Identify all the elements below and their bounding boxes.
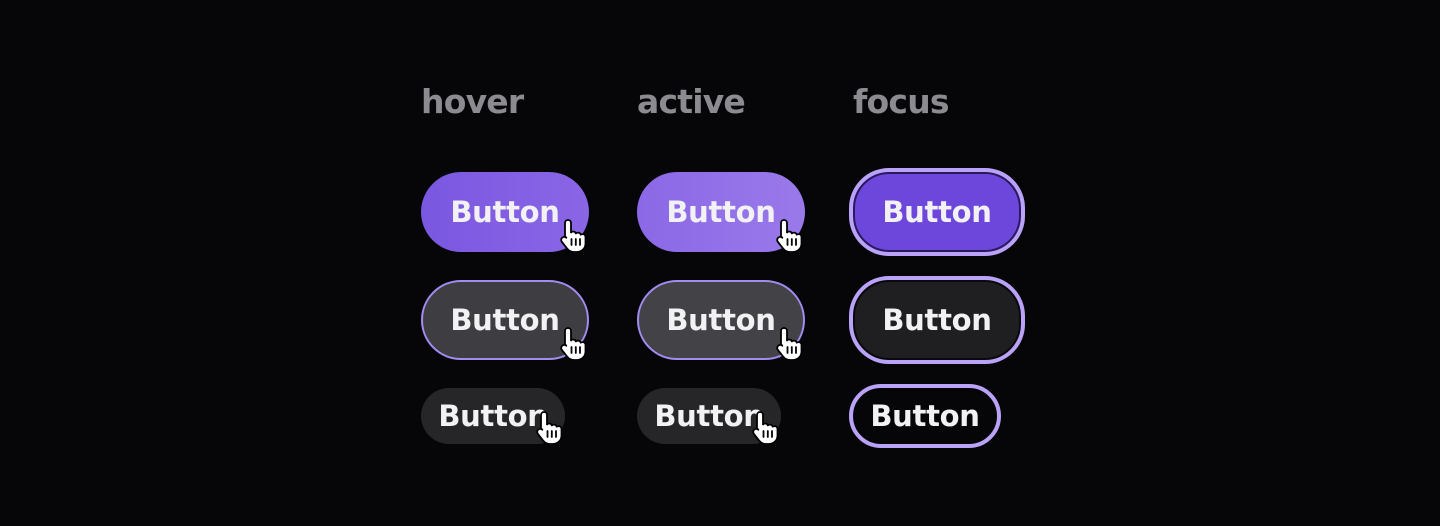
- column-heading-focus: focus: [853, 82, 950, 121]
- hand-pointer-icon: [775, 326, 805, 360]
- hand-pointer-icon: [559, 218, 589, 252]
- button-states-showcase: hover Button Button Button active Button…: [0, 0, 1440, 526]
- secondary-button-focus[interactable]: Button: [849, 276, 1025, 364]
- primary-button-focus[interactable]: Button: [849, 168, 1025, 256]
- hand-pointer-icon: [775, 218, 805, 252]
- tertiary-button-focus[interactable]: Button: [849, 384, 1001, 448]
- hand-pointer-icon: [559, 326, 589, 360]
- hand-pointer-icon: [751, 410, 781, 444]
- column-heading-active: active: [637, 82, 746, 121]
- column-heading-hover: hover: [421, 82, 524, 121]
- hand-pointer-icon: [535, 410, 565, 444]
